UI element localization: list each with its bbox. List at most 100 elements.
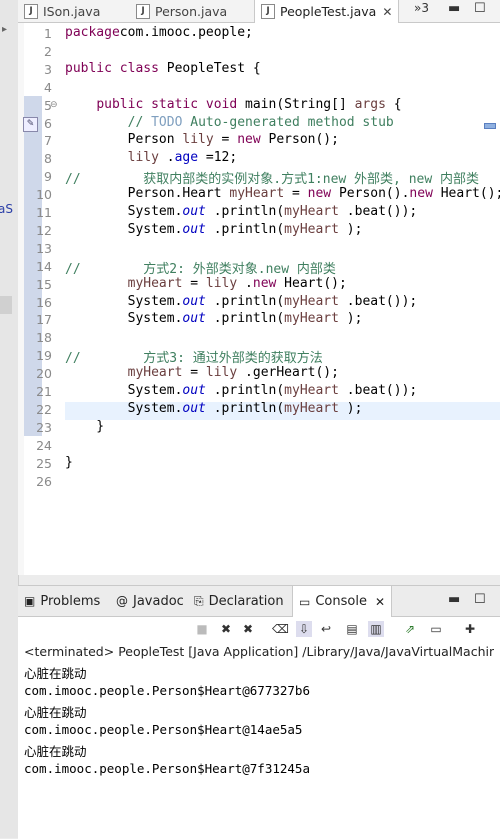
code-token: Person.Heart [65,186,230,202]
code-token: out [182,383,206,398]
remove-launch-icon[interactable]: ✖ [218,621,234,637]
code-token: new [307,186,332,202]
display-console-icon[interactable]: ▭ [428,621,444,637]
code-token: .println( [205,400,285,416]
close-icon[interactable]: ✕ [375,595,385,609]
code-token: .beat()); [338,293,418,309]
code-token: myHeart [284,311,339,327]
code-line[interactable]: System.out .println(myHeart .beat()); [65,293,418,309]
code-line[interactable]: System.out .println(myHeart ); [65,400,363,416]
tab-person-java[interactable]: J Person.java [136,0,227,22]
tab-peopletest-java[interactable]: J PeopleTest.java ✕ [254,0,400,23]
code-line[interactable]: } [65,455,73,470]
code-token: .beat()); [338,383,418,398]
code-token: lily [205,275,238,291]
line-number: 5 [44,97,52,113]
minimize-icon[interactable]: ▬ [448,592,460,607]
code-line[interactable]: } [65,419,104,434]
code-editor: J ISon.java J Person.java J PeopleTest.j… [18,0,500,575]
close-icon[interactable]: ✕ [382,5,392,19]
code-line[interactable]: System.out .println(myHeart .beat()); [65,204,418,219]
code-token: // 方式3: 通过外部类的获取方法 [65,351,323,367]
line-number: 26 [36,473,52,489]
code-line[interactable]: // 方式2: 外部类对象.new 内部类 [65,258,336,277]
word-wrap-icon[interactable]: ↩ [318,621,334,637]
collapse-arrow-icon[interactable]: ▸ [2,24,7,35]
tab-javadoc[interactable]: @ Javadoc [116,586,184,616]
clear-console-icon[interactable]: ⌫ [272,621,289,637]
overview-ruler-mark[interactable] [484,123,496,129]
line-number: 19 [36,348,52,364]
tab-ison-java[interactable]: J ISon.java [24,0,100,22]
console-panel: ▣ Problems @ Javadoc ⎘ Declaration ▭ Con… [18,585,500,839]
code-token: .beat()); [338,204,418,219]
code-line[interactable]: lily .age =12; [65,150,238,166]
code-token: ); [338,311,363,327]
code-token: = [182,275,206,291]
code-line[interactable]: // TODO Auto-generated method stub [65,115,394,130]
line-number: 13 [36,240,52,256]
show-on-error-icon[interactable]: ▥ [368,621,384,637]
java-file-icon: J [136,3,150,19]
minimize-icon[interactable]: ▬ [448,1,460,16]
code-token: myHeart [229,186,285,202]
code-token: =12; [198,150,238,166]
scroll-lock-icon[interactable]: ⇩ [296,621,312,637]
remove-all-launches-icon[interactable]: ✖ [240,621,256,637]
code-line[interactable]: Person.Heart myHeart = new Person().new … [65,186,500,201]
open-console-icon[interactable]: ✚ [462,621,478,637]
line-number: 17 [36,312,52,328]
tab-overflow-button[interactable]: »3 [414,1,429,15]
tab-label: ISon.java [43,3,101,19]
tab-label: Console [315,594,367,609]
code-token: TODO [151,114,183,130]
code-token: lily [205,365,238,381]
line-number: 22 [36,401,52,417]
code-token: Heart(); [276,275,347,291]
code-line[interactable]: public class PeopleTest { [65,61,261,76]
code-token: .println( [205,293,285,309]
code-line[interactable]: System.out .println(myHeart ); [65,311,363,327]
terminate-icon[interactable]: ■ [194,621,210,637]
pin-console-icon[interactable]: ⇗ [402,621,418,637]
code-token: Person(). [331,186,410,202]
code-token: package [65,25,120,40]
code-token: System. [65,221,183,237]
code-line[interactable]: // 方式3: 通过外部类的获取方法 [65,347,323,366]
tab-console[interactable]: ▭ Console ✕ [292,586,393,617]
code-line[interactable]: myHeart = lily .gerHeart(); [65,365,339,380]
code-token: lily [127,150,159,166]
code-token: lily [182,132,214,148]
code-token: .gerHeart(); [237,365,339,381]
code-token: // [127,114,152,130]
code-token: . [158,150,175,166]
line-number: 3 [44,61,52,77]
line-number: 11 [36,205,52,220]
maximize-icon[interactable]: ☐ [474,1,486,16]
code-line[interactable]: System.out .println(myHeart ); [65,221,363,237]
code-line[interactable]: packagecom.imooc.people; [65,25,253,40]
tab-problems[interactable]: ▣ Problems [24,586,100,616]
panel-tab-bar: ▣ Problems @ Javadoc ⎘ Declaration ▭ Con… [18,586,500,617]
code-line[interactable]: // 获取内部类的实例对象.方式1:new 外部类, new 内部类 [65,168,479,187]
code-line[interactable]: public static void main(String[] args { [65,97,401,112]
line-number: 4 [44,79,52,95]
line-number: 9 [44,169,52,185]
code-line[interactable]: myHeart = lily .new Heart(); [65,276,347,291]
show-on-output-icon[interactable]: ▤ [344,621,360,637]
tab-declaration[interactable]: ⎘ Declaration [194,586,284,616]
code-token: myHeart [284,221,339,237]
code-line[interactable]: Person lily = new Person(); [65,132,339,147]
line-number: 2 [44,43,52,59]
code-line[interactable]: System.out .println(myHeart .beat()); [65,383,418,398]
code-token: Auto-generated method stub [182,114,394,130]
console-toolbar: ■ ✖ ✖ ⌫ ⇩ ↩ ▤ ▥ ⇗ ▭ ✚ [18,617,500,643]
maximize-icon[interactable]: ☐ [474,592,486,607]
code-token: new [237,132,261,148]
tab-label: Declaration [208,593,284,609]
code-token: System. [65,311,183,327]
code-token: Person [65,132,183,148]
